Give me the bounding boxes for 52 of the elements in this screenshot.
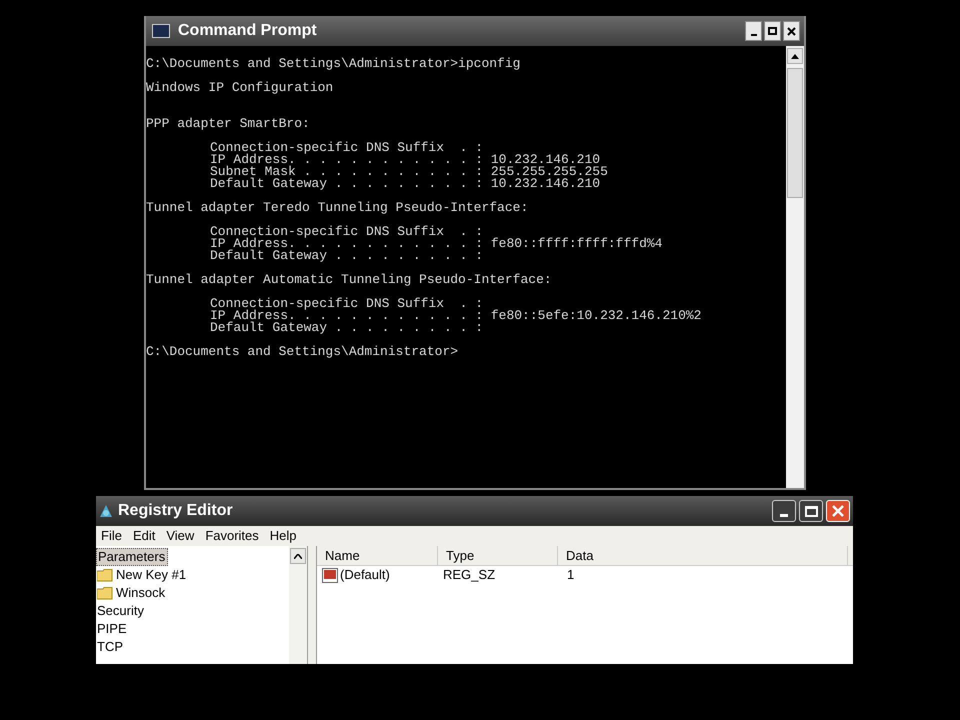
- console-line: C:\Documents and Settings\Administrator>ipconfig: [146, 58, 520, 70]
- console-detail-line: Connection-specific DNS Suffix . :: [210, 226, 484, 238]
- scroll-up-button[interactable]: [290, 548, 306, 564]
- menu-item[interactable]: Edit: [128, 526, 160, 546]
- menu-item[interactable]: View: [161, 526, 200, 546]
- table-cell-text: 1: [566, 566, 576, 584]
- folder-icon: [97, 568, 113, 582]
- console-line: Windows IP Configuration: [146, 82, 334, 94]
- menu-item[interactable]: Favorites: [200, 526, 264, 546]
- console-line: Tunnel adapter Automatic Tunneling Pseudo-Interface:: [146, 274, 552, 286]
- console-detail-line: IP Address. . . . . . . . . . . . : 10.232.146.210: [210, 154, 600, 166]
- window-title: Registry Editor: [118, 501, 234, 521]
- console-detail-line: Default Gateway . . . . . . . . . :: [210, 322, 484, 334]
- column-header[interactable]: Name: [317, 546, 438, 565]
- console-detail-line: Default Gateway . . . . . . . . . : 10.232.146.210: [210, 178, 600, 190]
- console-detail-line: IP Address. . . . . . . . . . . . : fe80::ffff:ffff:fffd%4: [210, 238, 662, 250]
- minimize-button[interactable]: [745, 21, 762, 41]
- scroll-up-button[interactable]: [787, 48, 803, 64]
- console-detail-line: Default Gateway . . . . . . . . . :: [210, 250, 484, 262]
- tree-item[interactable]: Winsock: [96, 584, 168, 602]
- tree-item[interactable]: Parameters: [96, 548, 168, 566]
- table-cell-text: REG_SZ: [442, 566, 496, 584]
- menu-item[interactable]: File: [96, 526, 127, 546]
- column-header[interactable]: Data: [558, 546, 848, 565]
- console-detail-line: Subnet Mask . . . . . . . . . . . : 255.255.255.255: [210, 166, 608, 178]
- up-arrow-icon: [791, 54, 799, 58]
- column-header[interactable]: Type: [438, 546, 558, 565]
- scrollbar-thumb[interactable]: [787, 68, 803, 198]
- registry-app-icon: [98, 503, 114, 519]
- console-line: C:\Documents and Settings\Administrator>: [146, 346, 458, 358]
- tree-item[interactable]: Security: [96, 602, 146, 620]
- tree-item[interactable]: TCP: [96, 638, 125, 656]
- close-icon: [832, 505, 844, 517]
- close-button[interactable]: [783, 21, 800, 41]
- restore-button[interactable]: [764, 21, 781, 41]
- maximize-button[interactable]: [799, 500, 823, 522]
- console-line: Tunnel adapter Teredo Tunneling Pseudo-Interface:: [146, 202, 528, 214]
- minimize-button[interactable]: [772, 500, 796, 522]
- console-detail-line: Connection-specific DNS Suffix . :: [210, 142, 484, 154]
- console-detail-line: IP Address. . . . . . . . . . . . : fe80::5efe:10.232.146.210%2: [210, 310, 702, 322]
- close-icon: [787, 26, 796, 36]
- menu-item[interactable]: Help: [264, 526, 302, 546]
- console-detail-line: Connection-specific DNS Suffix . :: [210, 298, 484, 310]
- string-value-icon: [322, 568, 338, 582]
- tree-item[interactable]: PIPE: [96, 620, 129, 638]
- console-app-icon: [152, 24, 170, 38]
- up-caret-icon: [294, 554, 302, 558]
- console-line: PPP adapter SmartBro:: [146, 118, 310, 130]
- tree-item[interactable]: New Key #1: [96, 566, 188, 584]
- folder-icon: [97, 586, 113, 600]
- window-title: Command Prompt: [178, 21, 318, 41]
- table-cell-text: (Default): [340, 566, 390, 584]
